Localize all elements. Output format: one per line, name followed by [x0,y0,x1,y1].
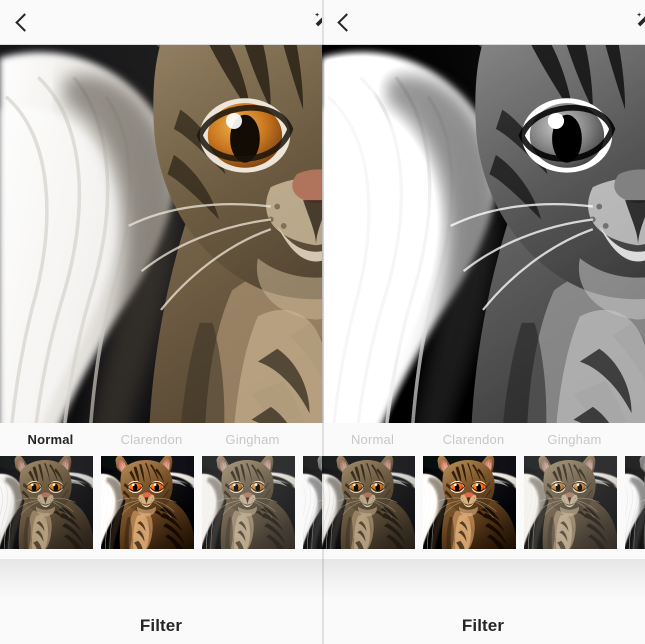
filter-label-clarendon-r[interactable]: Clarendon [423,432,524,447]
back-button[interactable] [10,0,34,44]
filter-name-strip-right: Normal Clarendon Gingham illow Lo-Fi Ink… [322,423,645,456]
filter-label-gingham[interactable]: Gingham [202,432,303,447]
photo-preview-right [322,45,645,423]
chevron-left-icon [336,12,356,32]
magic-wand-button-right[interactable] [322,0,645,44]
filter-thumb-clarendon-r[interactable] [423,456,516,549]
filter-label-normal[interactable]: Normal [0,432,101,447]
filter-thumb-normal[interactable] [0,456,93,549]
filter-thumbnail-row-right[interactable] [322,456,645,559]
thumbnail-row-shadow-right [322,559,645,599]
filter-thumb-clarendon[interactable] [101,456,194,549]
back-button-right[interactable] [332,0,356,44]
filter-thumb-willow-r[interactable] [625,456,645,549]
screen-right: Nex Normal Clarendon Gingham illow Lo-Fi… [322,0,645,644]
tab-filter-right[interactable]: Filter [322,616,644,636]
filter-thumb-normal-r[interactable] [322,456,415,549]
chevron-left-icon [14,12,34,32]
filter-thumb-gingham-r[interactable] [524,456,617,549]
magic-wand-icon [636,12,645,27]
filter-label-normal-r[interactable]: Normal [322,432,423,447]
filter-label-clarendon[interactable]: Clarendon [101,432,202,447]
filter-thumb-gingham[interactable] [202,456,295,549]
navbar-right: Nex [322,0,645,45]
tab-filter[interactable]: Filter [0,616,322,636]
screenshot-stage: Nex Normal Clarendon Gingham illow Lo-Fi… [0,0,645,644]
bottom-tabbar-right: Filter Edit [322,599,645,644]
filter-label-willow-r[interactable]: illow [625,432,645,447]
filter-label-gingham-r[interactable]: Gingham [524,432,625,447]
preview-image-inkwell [322,45,645,423]
